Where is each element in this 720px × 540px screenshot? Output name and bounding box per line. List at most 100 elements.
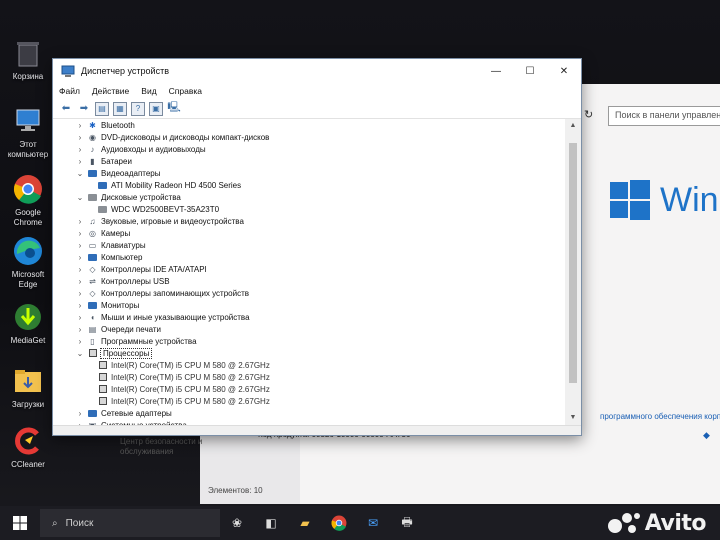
close-button[interactable]: ✕ bbox=[547, 59, 581, 83]
forward-arrow-icon[interactable]: ➡ bbox=[77, 102, 91, 116]
menu-help[interactable]: Справка bbox=[169, 86, 202, 96]
desktop-icon-mediaget[interactable]: MediaGet bbox=[0, 300, 58, 346]
desktop-icon-downloads[interactable]: Загрузки bbox=[0, 364, 58, 410]
chevron-down-icon[interactable]: ⌄ bbox=[75, 349, 85, 358]
start-button[interactable] bbox=[0, 506, 40, 540]
menu-file[interactable]: Файл bbox=[59, 86, 80, 96]
desktop-icon-label: Этот компьютер bbox=[7, 140, 49, 159]
tree-device[interactable]: Intel(R) Core(TM) i5 CPU M 580 @ 2.67GHz bbox=[95, 395, 270, 407]
tree-category[interactable]: › ▯ Программные устройства bbox=[75, 335, 197, 347]
tree-category[interactable]: › ✱ Bluetooth bbox=[75, 119, 135, 131]
tree-item-label: Сетевые адаптеры bbox=[101, 408, 172, 418]
tree-item-label: Батареи bbox=[101, 156, 132, 166]
refresh-icon[interactable]: ↻ bbox=[584, 108, 593, 121]
chevron-down-icon[interactable]: ⌄ bbox=[75, 169, 85, 178]
chevron-right-icon[interactable]: › bbox=[75, 301, 85, 310]
tree-device[interactable]: Intel(R) Core(TM) i5 CPU M 580 @ 2.67GHz bbox=[95, 383, 270, 395]
scroll-thumb[interactable] bbox=[569, 143, 577, 383]
chevron-right-icon[interactable]: › bbox=[75, 253, 85, 262]
desktop-icon-recycle-bin[interactable]: Корзина bbox=[0, 36, 58, 82]
tree-category[interactable]: ⌄ Видеоадаптеры bbox=[75, 167, 161, 179]
desktop-icon-label: MediaGet bbox=[10, 336, 46, 345]
desktop-icon-edge[interactable]: Microsoft Edge bbox=[0, 234, 58, 290]
tree-category[interactable]: › Мониторы bbox=[75, 299, 140, 311]
chevron-right-icon[interactable]: › bbox=[75, 409, 85, 418]
tree-category[interactable]: › ◖ Мыши и иные указывающие устройства bbox=[75, 311, 250, 323]
search-icon: ⌕ bbox=[52, 517, 58, 529]
tree-device[interactable]: ATI Mobility Radeon HD 4500 Series bbox=[95, 179, 241, 191]
maximize-button[interactable]: ☐ bbox=[513, 59, 547, 83]
tree-item-label: Клавиатуры bbox=[101, 240, 146, 250]
desktop-icon-ccleaner[interactable]: CCleaner bbox=[0, 424, 58, 470]
chevron-right-icon[interactable]: › bbox=[75, 313, 85, 322]
tree-category[interactable]: › ▤ Очереди печати bbox=[75, 323, 161, 335]
processor-icon bbox=[97, 373, 108, 382]
chevron-right-icon[interactable]: › bbox=[75, 325, 85, 334]
tree-category[interactable]: › ◇ Контроллеры IDE ATA/ATAPI bbox=[75, 263, 207, 275]
menu-action[interactable]: Действие bbox=[92, 86, 129, 96]
disk-drive-icon bbox=[87, 193, 98, 202]
tree-category[interactable]: › Сетевые адаптеры bbox=[75, 407, 172, 419]
photo-viewer-icon[interactable]: ❀ bbox=[220, 506, 254, 540]
chevron-right-icon[interactable]: › bbox=[75, 241, 85, 250]
chevron-right-icon[interactable]: › bbox=[75, 121, 85, 130]
mail-icon[interactable]: ✉ bbox=[356, 506, 390, 540]
tree-category[interactable]: ⌄ Дисковые устройства bbox=[75, 191, 181, 203]
horizontal-scrollbar[interactable] bbox=[53, 425, 581, 435]
desktop-icon-this-pc[interactable]: Этот компьютер bbox=[0, 104, 58, 160]
desktop-icon-chrome[interactable]: Google Chrome bbox=[0, 172, 58, 228]
title-bar[interactable]: Диспетчер устройств — ☐ ✕ bbox=[53, 59, 581, 83]
tree-device[interactable]: Intel(R) Core(TM) i5 CPU M 580 @ 2.67GHz bbox=[95, 359, 270, 371]
chevron-right-icon[interactable]: › bbox=[75, 217, 85, 226]
tree-device[interactable]: WDC WD2500BEVT-35A23T0 bbox=[95, 203, 219, 215]
tree-category[interactable]: › ♫ Звуковые, игровые и видеоустройства bbox=[75, 215, 244, 227]
properties-icon[interactable]: ▤ bbox=[95, 101, 109, 116]
audio-icon: ♪ bbox=[90, 144, 95, 154]
chevron-right-icon[interactable]: › bbox=[75, 265, 85, 274]
chevron-right-icon[interactable]: › bbox=[75, 277, 85, 286]
tree-category[interactable]: › ◇ Контроллеры запоминающих устройств bbox=[75, 287, 249, 299]
chevron-right-icon[interactable]: › bbox=[75, 229, 85, 238]
tree-item-label: Аудиовходы и аудиовыходы bbox=[101, 144, 206, 154]
show-hidden-icon[interactable]: ▦ bbox=[113, 101, 127, 116]
chevron-right-icon[interactable]: › bbox=[75, 145, 85, 154]
chevron-right-icon[interactable]: › bbox=[75, 337, 85, 346]
tree-category[interactable]: › ◎ Камеры bbox=[75, 227, 131, 239]
network-adapter-icon bbox=[87, 409, 98, 418]
processor-icon bbox=[97, 385, 108, 394]
tree-category[interactable]: › ▭ Клавиатуры bbox=[75, 239, 146, 251]
menu-view[interactable]: Вид bbox=[141, 86, 156, 96]
back-arrow-icon[interactable]: ⬅ bbox=[59, 102, 73, 116]
update-driver-icon[interactable]: ▣ bbox=[149, 101, 163, 116]
desktop-icon-label: Загрузки bbox=[11, 400, 45, 409]
tree-category[interactable]: › ◉ DVD-дисководы и дисководы компакт-диск… bbox=[75, 131, 270, 143]
minimize-button[interactable]: — bbox=[479, 59, 513, 83]
tree-category[interactable]: › ▮ Батареи bbox=[75, 155, 132, 167]
chevron-right-icon[interactable]: › bbox=[75, 289, 85, 298]
tree-category[interactable]: › ♪ Аудиовходы и аудиовыходы bbox=[75, 143, 206, 155]
security-center-link[interactable]: Центр безопасности и обслуживания bbox=[120, 437, 220, 457]
chevron-down-icon[interactable]: ⌄ bbox=[75, 193, 85, 202]
chevron-right-icon[interactable]: › bbox=[75, 157, 85, 166]
tree-item-label: ATI Mobility Radeon HD 4500 Series bbox=[111, 180, 242, 190]
control-panel-search-input[interactable]: Поиск в панели управления bbox=[608, 106, 720, 126]
chrome-taskbar-icon[interactable] bbox=[322, 506, 356, 540]
file-explorer-icon[interactable]: ▰ bbox=[288, 506, 322, 540]
mouse-icon: ◖ bbox=[90, 312, 95, 322]
scan-hardware-icon[interactable]: 🖳 bbox=[167, 102, 181, 116]
tree-device[interactable]: Intel(R) Core(TM) i5 CPU M 580 @ 2.67GHz bbox=[95, 371, 270, 383]
vertical-scrollbar[interactable]: ▲ ▼ bbox=[565, 119, 581, 425]
tree-category[interactable]: › Компьютер bbox=[75, 251, 143, 263]
tree-category[interactable]: ⌄ Процессоры bbox=[75, 347, 153, 359]
tree-item-label: WDC WD2500BEVT-35A23T0 bbox=[111, 204, 220, 214]
help-icon[interactable]: ? bbox=[131, 101, 145, 116]
license-link[interactable]: программного обеспечения корпорации bbox=[600, 412, 720, 421]
scroll-up-icon[interactable]: ▲ bbox=[565, 119, 581, 133]
camera-app-icon[interactable]: ◧ bbox=[254, 506, 288, 540]
chevron-right-icon[interactable]: › bbox=[75, 133, 85, 142]
taskbar-search-box[interactable]: ⌕ Поиск bbox=[40, 509, 220, 537]
avito-watermark: Avito bbox=[607, 510, 707, 536]
device-manager-taskbar-icon[interactable]: 🖶 bbox=[390, 506, 424, 540]
tree-category[interactable]: › ⇌ Контроллеры USB bbox=[75, 275, 170, 287]
scroll-down-icon[interactable]: ▼ bbox=[565, 411, 581, 425]
